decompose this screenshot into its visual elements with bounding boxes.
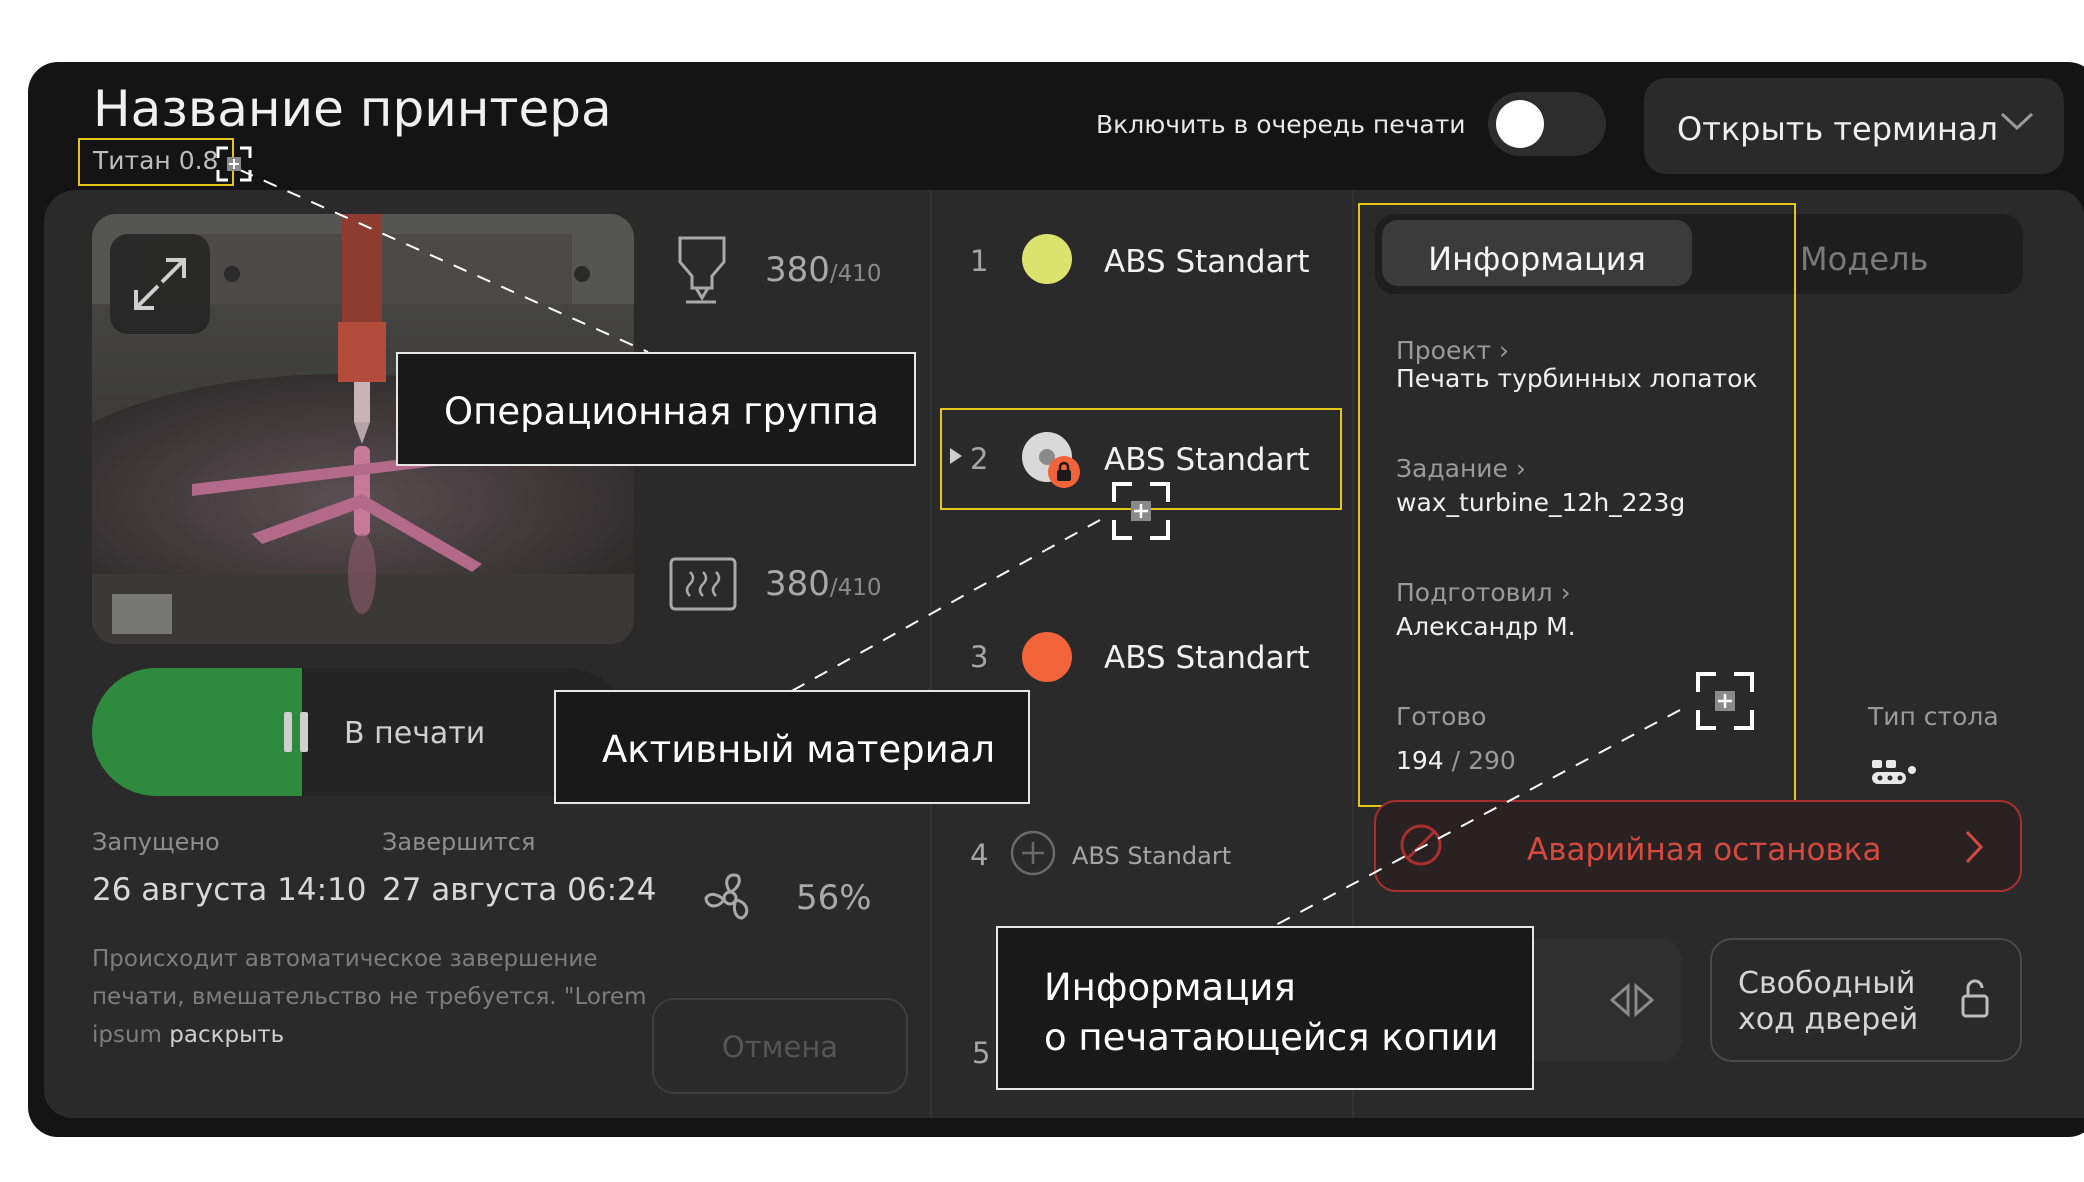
callout-copy-info: Информация о печатающейся копии — [996, 926, 1534, 1090]
callout-active-material-text: Активный материал — [602, 728, 996, 771]
crosshair-marker-icon — [1110, 480, 1172, 542]
callout-active-material: Активный материал — [554, 690, 1030, 804]
callout-copy-info-line2: о печатающейся копии — [1044, 1016, 1499, 1059]
callout-operational-group: Операционная группа — [396, 352, 916, 466]
crosshair-marker-icon — [1694, 670, 1756, 732]
callout-copy-info-line1: Информация — [1044, 966, 1296, 1009]
crosshair-marker-icon — [214, 144, 254, 184]
callout-operational-group-text: Операционная группа — [444, 390, 880, 433]
